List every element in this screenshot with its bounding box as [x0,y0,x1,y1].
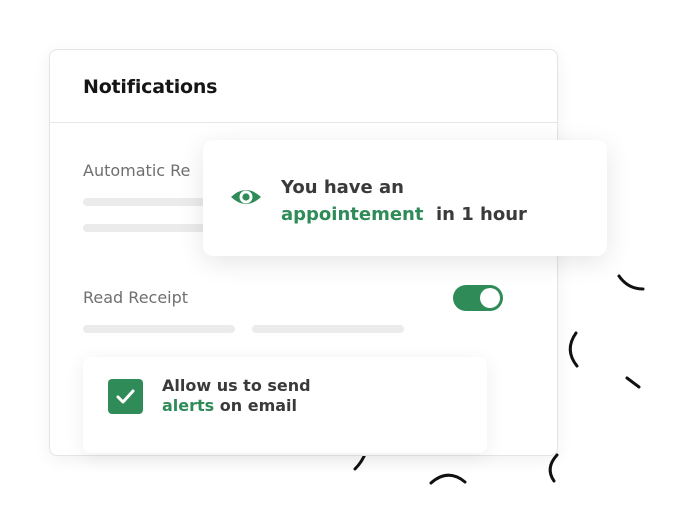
eye-icon [231,190,261,204]
card-title: Notifications [83,76,218,98]
automatic-receipt-label: Automatic Re [83,161,191,180]
confetti-stroke [429,473,467,485]
read-receipt-toggle[interactable] [453,285,503,311]
consent-line-1: Allow us to send [162,376,311,395]
notification-line-2: appointement in 1 hour [281,201,527,228]
toggle-knob [480,288,500,308]
confetti-stroke [625,376,641,389]
time-suffix: in 1 hour [436,204,527,225]
confetti-stroke [617,274,645,291]
placeholder-bar [83,224,213,232]
confetti-stroke [548,453,559,483]
placeholder-bar [252,325,404,333]
placeholder-bar [83,325,235,333]
confetti-stroke [568,331,579,368]
email-suffix: on email [219,396,298,415]
card-header: Notifications [50,50,557,123]
notification-message: You have an appointement in 1 hour [281,174,527,228]
notification-line-1: You have an [281,177,404,198]
placeholder-bar [83,198,213,206]
email-alerts-consent: Allow us to send alerts on email [83,357,487,453]
appointment-notification-popup[interactable]: You have an appointement in 1 hour [203,140,607,256]
check-icon [116,389,135,404]
read-receipt-label: Read Receipt [83,288,189,307]
consent-line-2: alerts on email [162,396,311,416]
consent-message: Allow us to send alerts on email [162,376,311,416]
appointment-highlight: appointement [281,204,424,225]
alerts-highlight: alerts [162,396,215,415]
email-alerts-checkbox[interactable] [108,379,143,414]
